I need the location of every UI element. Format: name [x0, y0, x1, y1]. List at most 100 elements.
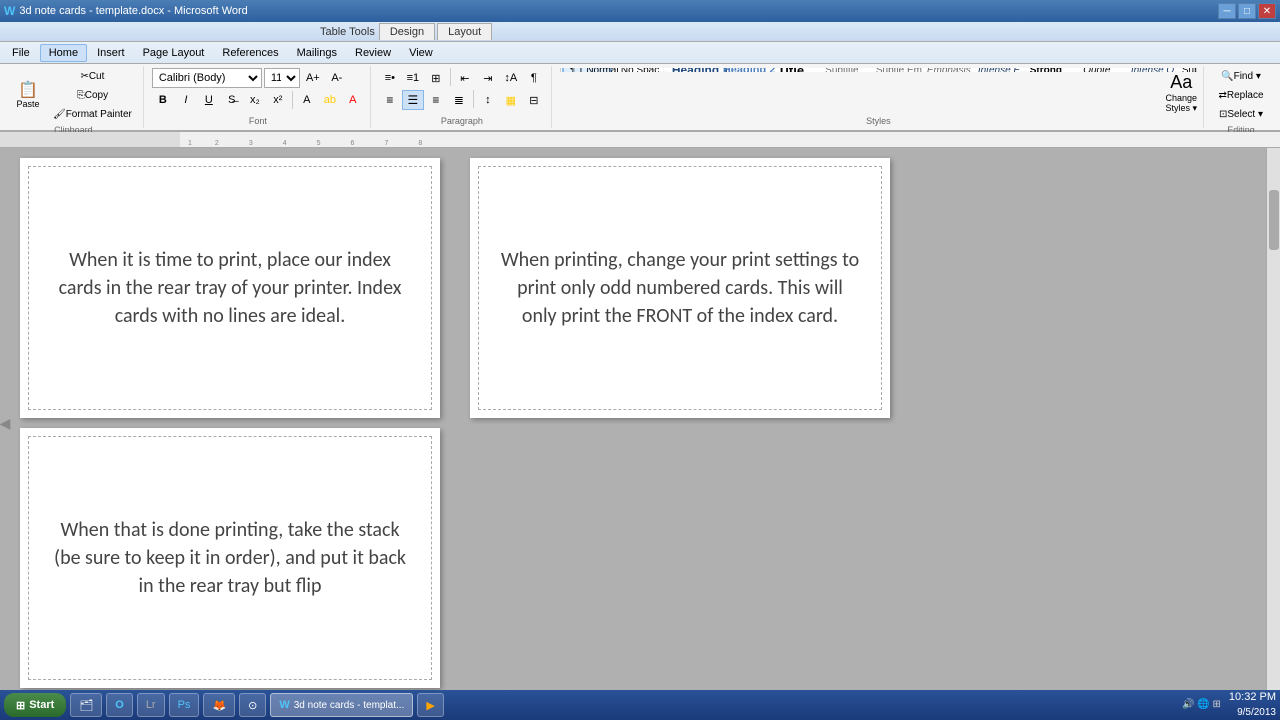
shrink-font-button[interactable]: A- [326, 68, 348, 88]
start-button[interactable]: ⊞ Start [4, 693, 66, 717]
card-2-inner[interactable]: When printing, change your print setting… [478, 166, 882, 410]
align-right-button[interactable]: ≡ [425, 90, 447, 110]
style-title[interactable]: Title [766, 68, 816, 72]
style-emphasis[interactable]: Emphasis [919, 68, 969, 72]
menu-view[interactable]: View [401, 45, 441, 61]
style-normal[interactable]: ¶ 1 Normal [562, 68, 612, 72]
card-3-wrapper: When that is done printing, take the sta… [20, 428, 440, 688]
decrease-indent-button[interactable]: ⇤ [454, 68, 476, 88]
ruler-marks: 1 2 3 4 5 6 7 8 [180, 132, 437, 147]
table-tools-design-tab[interactable]: Design [379, 23, 435, 40]
style-subtle-em[interactable]: Subtle Em... [868, 68, 918, 72]
show-hide-button[interactable]: ¶ [523, 68, 545, 88]
line-spacing-button[interactable]: ↕ [477, 90, 499, 110]
taskbar-word[interactable]: W 3d note cards - templat... [270, 693, 413, 717]
bold-button[interactable]: B [152, 90, 174, 110]
outlook-icon: O [115, 699, 124, 711]
shading-button[interactable]: ▦ [500, 90, 522, 110]
menu-pagelayout[interactable]: Page Layout [135, 45, 213, 61]
table-tools-label: Table Tools [320, 26, 375, 38]
photoshop-icon: Ps [178, 699, 191, 711]
ruler: 1 2 3 4 5 6 7 8 [0, 132, 1280, 148]
menu-file[interactable]: File [4, 45, 38, 61]
style-nospace[interactable]: No Spac... [613, 68, 663, 72]
select-icon: ⊡ [1219, 109, 1227, 120]
ribbon: 📋 Paste ✂ Cut ⎘ Copy 🖌 Format Painter Cl… [0, 64, 1280, 132]
grow-font-button[interactable]: A+ [302, 68, 324, 88]
copy-button[interactable]: ⎘ Copy [48, 87, 137, 104]
card-1-wrapper: When it is time to print, place our inde… [20, 158, 440, 418]
taskbar-lightroom[interactable]: Lr [137, 693, 165, 717]
select-button[interactable]: ⊡ Select ▾ [1213, 106, 1268, 123]
style-strong[interactable]: Strong [1021, 68, 1071, 72]
increase-indent-button[interactable]: ⇥ [477, 68, 499, 88]
change-styles-icon: Aa [1170, 72, 1192, 93]
sort-button[interactable]: ↕A [500, 68, 522, 88]
font-size-select[interactable]: 11 [264, 68, 300, 88]
justify-button[interactable]: ≣ [448, 90, 470, 110]
align-center-button[interactable]: ☰ [402, 90, 424, 110]
change-styles-button[interactable]: Aa ChangeStyles ▾ [1165, 72, 1197, 114]
font-name-select[interactable]: Calibri (Body) [152, 68, 262, 88]
style-intense-e[interactable]: Intense E... [970, 68, 1020, 72]
paragraph-label: Paragraph [441, 114, 483, 126]
style-quote[interactable]: Quote [1072, 68, 1122, 72]
scrollbar-track[interactable] [1266, 148, 1280, 698]
taskbar-explorer[interactable]: 🗂 [70, 693, 102, 717]
replace-button[interactable]: ⇄ Replace [1213, 87, 1268, 104]
card-3-text[interactable]: When that is done printing, take the sta… [49, 516, 411, 600]
subscript-button[interactable]: x₂ [244, 90, 266, 110]
clipboard-small-btns: ✂ Cut ⎘ Copy 🖌 Format Painter [48, 68, 137, 123]
paste-icon: 📋 [18, 83, 38, 99]
taskbar-outlook[interactable]: O [106, 693, 133, 717]
strikethrough-button[interactable]: S̶ [221, 90, 243, 110]
taskbar-firefox[interactable]: 🦊 [203, 693, 235, 717]
align-left-button[interactable]: ≡ [379, 90, 401, 110]
sep1 [292, 91, 293, 109]
highlight-button[interactable]: ab [319, 90, 341, 110]
taskbar-chrome[interactable]: ⊙ [239, 693, 266, 717]
replace-icon: ⇄ [1218, 90, 1226, 101]
find-button[interactable]: 🔍 Find ▾ [1213, 68, 1268, 85]
main-layout: W 3d note cards - template.docx - Micros… [0, 0, 1280, 720]
underline-button[interactable]: U [198, 90, 220, 110]
table-tools-layout-tab[interactable]: Layout [437, 23, 492, 40]
style-subtitle[interactable]: Subtitle [817, 68, 867, 72]
text-effects-button[interactable]: A [296, 90, 318, 110]
style-h1[interactable]: Heading 1 [664, 68, 714, 72]
card-3-inner[interactable]: When that is done printing, take the sta… [28, 436, 432, 680]
card-2-text[interactable]: When printing, change your print setting… [499, 246, 861, 330]
card-1-text[interactable]: When it is time to print, place our inde… [49, 246, 411, 330]
superscript-button[interactable]: x² [267, 90, 289, 110]
menu-insert[interactable]: Insert [89, 45, 133, 61]
maximize-button[interactable]: □ [1238, 3, 1256, 19]
format-painter-button[interactable]: 🖌 Format Painter [48, 106, 137, 123]
cards-row-1: When it is time to print, place our inde… [20, 158, 1226, 418]
word-taskbar-label: 3d note cards - templat... [294, 700, 405, 711]
paste-button[interactable]: 📋 Paste [10, 80, 46, 112]
bullets-button[interactable]: ≡• [379, 68, 401, 88]
scrollbar-thumb[interactable] [1269, 190, 1279, 250]
borders-button[interactable]: ⊟ [523, 90, 545, 110]
font-label: Font [249, 114, 267, 126]
document-area[interactable]: ◀ When it is time to print, place our in… [0, 148, 1280, 698]
minimize-button[interactable]: ─ [1218, 3, 1236, 19]
cut-button[interactable]: ✂ Cut [48, 68, 137, 85]
taskbar-vlc[interactable]: ▶ [417, 693, 443, 717]
multilevel-button[interactable]: ⊞ [425, 68, 447, 88]
menu-home[interactable]: Home [40, 44, 87, 62]
menu-references[interactable]: References [214, 45, 286, 61]
menu-mailings[interactable]: Mailings [289, 45, 345, 61]
styles-top: ¶ 1 Normal No Spac... Heading 1 Heading … [560, 68, 1197, 72]
clipboard-group: 📋 Paste ✂ Cut ⎘ Copy 🖌 Format Painter Cl… [4, 66, 144, 128]
card-1-inner[interactable]: When it is time to print, place our inde… [28, 166, 432, 410]
taskbar-photoshop[interactable]: Ps [169, 693, 200, 717]
date: 9/5/2013 [1229, 706, 1276, 720]
numbering-button[interactable]: ≡1 [402, 68, 424, 88]
menu-review[interactable]: Review [347, 45, 399, 61]
close-button[interactable]: ✕ [1258, 3, 1276, 19]
italic-button[interactable]: I [175, 90, 197, 110]
style-h2[interactable]: Heading 2 [715, 68, 765, 72]
font-color-button[interactable]: A [342, 90, 364, 110]
para-row1: ≡• ≡1 ⊞ ⇤ ⇥ ↕A ¶ [379, 68, 545, 88]
